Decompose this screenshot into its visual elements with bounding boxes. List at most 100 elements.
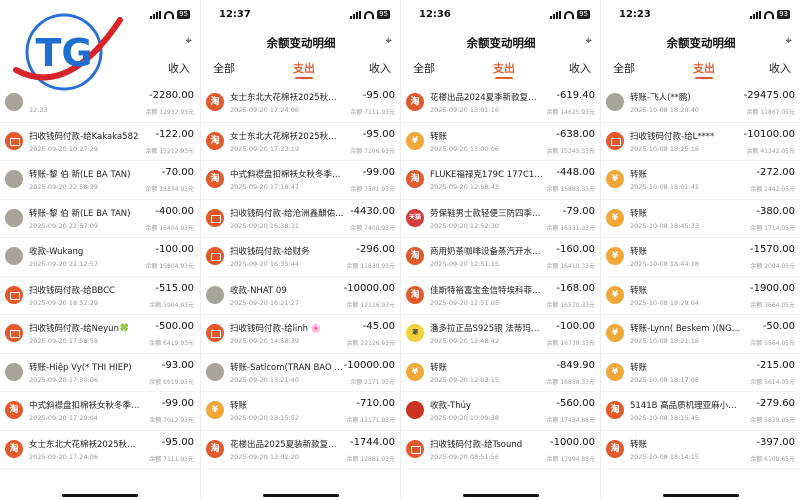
transaction-row[interactable]: 天猫劳保鞋男士款轻便三防四季女老… 2025-09-20 12:52:30 -79.… [401, 200, 600, 238]
transaction-name: 转账-飞人(**鹏) [630, 93, 691, 103]
transaction-row[interactable]: 淘花楼出品2024夏季新款复古小… 2025-09-20 13:01:16 -619… [401, 84, 600, 123]
transaction-row[interactable]: 淘中式斜襟盘扣棉袄女秋冬季新款… 2025-09-20 17:19:47 -99.0… [201, 161, 400, 200]
transaction-time: 2025-09-20 17:23:19 [230, 144, 300, 153]
transaction-row[interactable]: ¥ 转账 2025-10-08 18:29:04 -1900.00 余额 3664.05… [601, 277, 800, 315]
transaction-time: 2025-09-20 12:51:15 [430, 260, 500, 268]
filter-icon[interactable]: ⌖ [785, 33, 792, 48]
tab-all[interactable]: 全部 [213, 60, 235, 76]
taobao-icon: 淘 [406, 93, 424, 111]
transaction-row[interactable]: 扫收钱码付款-给BBCC 2025-09-20 18:52:29 -515.00 余额… [0, 277, 200, 315]
tab-income[interactable]: 收入 [569, 60, 591, 76]
transaction-row[interactable]: 淘女士东北大花棉袄2025秋冬新款… 2025-09-20 17:24:06 -95… [0, 431, 200, 469]
transaction-row[interactable]: ¥ 转账 2025-10-08 18:44:18 -1570.00 余额 2094.05… [601, 238, 800, 277]
tab-expense[interactable]: 支出 [493, 60, 515, 76]
transaction-row[interactable]: 扫收钱码付款-给L**** 2025-10-08 18:25:18 -10100.0… [601, 123, 800, 161]
transaction-row[interactable]: 扫收钱码付款-给Tsound 2025-09-20 08:51:56 -1000.0… [401, 431, 600, 469]
active-tab-underline [295, 77, 313, 79]
transaction-balance: 余额 5829.05元 [750, 417, 795, 424]
home-indicator [62, 494, 138, 497]
transaction-time: 2025-10-08 18:28:40 [630, 106, 700, 114]
transaction-row[interactable]: 扫收钱码付款-给Neyun🍀 2025-09-20 17:58:58 -500.00… [0, 315, 200, 354]
scan-pay-icon [406, 439, 424, 458]
taobao-icon: 淘 [206, 439, 224, 458]
transaction-name: 转账 [630, 208, 648, 219]
transaction-row[interactable]: 淘花楼出品2025夏装新款复古… 2025-09-20 13:02:20 -1744… [201, 431, 400, 469]
transaction-row[interactable]: 转账-飞人(**鹏) 2025-10-08 18:28:40 -29475.00 余额… [601, 84, 800, 123]
status-icons: 95 [150, 10, 190, 19]
transaction-name: 转账 [630, 170, 648, 180]
transaction-row[interactable]: ¥ 转账 2025-09-20 13:15:52 -710.00 余额 12171.93… [201, 392, 400, 431]
store-icon: 天猫 [406, 208, 424, 227]
transaction-row[interactable]: 收款-NHAT 09 2025-09-20 16:21:27 -10000.00 余额… [201, 277, 400, 315]
tab-expense[interactable]: 支出 [293, 60, 315, 76]
tab-all[interactable]: 全部 [613, 60, 635, 76]
active-tab-underline [695, 77, 713, 79]
active-tab-underline [495, 77, 513, 79]
tab-income[interactable]: 收入 [769, 60, 791, 76]
transaction-row[interactable]: 转账-黎 伯 新(LE BA TAN) 2025-09-20 22:58:39 -7… [0, 161, 200, 200]
transaction-name: 扫收钱码付款-给Neyun🍀 [29, 324, 130, 334]
transaction-balance: 余额 16410.33元 [546, 263, 595, 270]
transaction-row[interactable]: 淘女士东北大花棉袄2025秋冬新款… 2025-09-20 17:24:06 -95… [201, 84, 400, 123]
transaction-amount: -4430.00 [350, 205, 395, 217]
transaction-row[interactable]: 扫收钱码付款-给linh 🌸 2025-09-20 14:58:39 -45.00 余… [201, 315, 400, 354]
transaction-row[interactable]: 淘 5141B 高品质机理亚麻小飞袖… 2025-10-08 18:15:45 -27… [601, 392, 800, 431]
transaction-row[interactable]: 淘转账 2025-10-08 18:14:15 -397.00 余额 6108.65元 [601, 431, 800, 469]
transaction-time: 2025-10-08 18:44:18 [630, 260, 700, 268]
transaction-row[interactable]: ¥ 转账 2025-10-08 18:01:41 -272.00 余额 1442.05元 [601, 161, 800, 200]
transaction-time: 2025-09-20 16:35:44 [230, 260, 300, 268]
transaction-row[interactable]: 转账-Hiệp Vy(* THI HIEP) 2025-09-20 17:30:0… [0, 354, 200, 392]
screenshot-collage: 95 ⌖ 收入 12:23 -2280.00 余额 12932.93元 扫收钱码付款-给Ka… [0, 0, 800, 500]
transaction-time: 2025-09-20 12:51:05 [430, 298, 500, 307]
status-time: 12:23 [619, 9, 651, 20]
transaction-amount: -99.00 [362, 167, 395, 178]
home-indicator [663, 494, 739, 497]
transaction-time: 2025-09-20 13:15:52 [230, 414, 300, 422]
transaction-balance: 余额 16570.33元 [546, 301, 595, 309]
transaction-balance: 余额 11830.93元 [346, 263, 395, 270]
transaction-row[interactable]: 收款-Wukang 2025-09-20 22:12:57 -100.00 余额 15… [0, 238, 200, 277]
transaction-name: 花楼出品2025夏装新款复古… [230, 439, 344, 450]
filter-icon[interactable]: ⌖ [585, 33, 592, 48]
transaction-amount: -95.00 [362, 128, 395, 140]
transaction-row[interactable]: 淘中式斜襟盘扣棉袄女秋冬季新款… 2025-09-20 17:29:04 -99.0… [0, 392, 200, 431]
transaction-amount: -10100.00 [743, 128, 795, 140]
transaction-time: 2025-09-20 13:00:06 [430, 144, 500, 153]
transaction-row[interactable]: 扫收钱码付款-给财务 2025-09-20 16:35:44 -296.00 余额 1… [201, 238, 400, 277]
transaction-list: 淘女士东北大花棉袄2025秋冬新款…2025-09-20 17:24:06-95… [201, 84, 400, 469]
transaction-row[interactable]: 收款-Thủy 2025-09-20 10:09:38 -560.00 余额 1743… [401, 392, 600, 431]
transaction-row[interactable]: ¥ 转账 2025-10-08 18:45:33 -380.00 余额 1714.05元 [601, 200, 800, 238]
tab-income[interactable]: 收入 [168, 60, 190, 76]
transaction-row[interactable]: ¥ 转账 2025-09-20 13:00:06 -638.00 余额 15245.33… [401, 123, 600, 161]
tg-logo: TG [13, 13, 123, 91]
wifi-icon [364, 10, 375, 19]
transaction-row[interactable]: 淘 FLUKE福禄克179C 177C175C… 2025-09-20 12:58:… [401, 161, 600, 200]
page-title: 余额变动明细 [266, 36, 336, 50]
person-avatar [5, 170, 23, 188]
transaction-row[interactable]: ¥ 转账 2025-09-20 12:03:15 -849.90 余额 16838.33… [401, 354, 600, 392]
filter-icon[interactable]: ⌖ [185, 33, 192, 48]
tab-all[interactable]: 全部 [413, 60, 435, 76]
transaction-name: 转账-黎 伯 新(LE BA TAN) [29, 170, 131, 180]
tab-expense[interactable]: 支出 [693, 60, 715, 76]
transaction-row[interactable]: 潮潘多拉正品S925银 法蒂玛之手… 2025-09-20 12:48:42 -10… [401, 315, 600, 354]
phone-screen-3: 12:36 95 余额变动明细 ⌖ 全部 支出 收入淘花楼出品2024夏季新款复古小… 202… [400, 0, 600, 500]
transaction-time: 2025-10-08 18:29:04 [630, 298, 700, 307]
transaction-row[interactable]: ¥ 转账-Lynn( Beskem )(NGUYEN… 2025-10-08 18:… [601, 315, 800, 354]
transaction-row[interactable]: 扫收钱码付款-给Kakaka582 2025-09-20 10:27:29 -122… [0, 123, 200, 161]
filter-icon[interactable]: ⌖ [385, 33, 392, 48]
transaction-row[interactable]: ¥ 转账 2025-10-08 18:17:08 -215.00 余额 5614.05元 [601, 354, 800, 392]
transaction-time: 2025-09-20 10:27:29 [29, 144, 99, 153]
transaction-row[interactable]: 转账-黎 伯 新(LE BA TAN) 2025-09-20 22:57:09 -4… [0, 200, 200, 238]
transaction-row[interactable]: 扫收钱码付款-给沧洲鑫麒佑… 2025-09-20 16:38:31 -4430.0… [201, 200, 400, 238]
transaction-row[interactable]: 淘佳斯特裕富宝金信特埃科菲玛… 2025-09-20 12:51:05 -168.0… [401, 277, 600, 315]
transaction-time: 2025-09-20 17:24:06 [230, 106, 300, 114]
transaction-name: 收款-Wukang [29, 247, 84, 257]
transaction-list: 12:23 -2280.00 余额 12932.93元 扫收钱码付款-给Kakaka5… [0, 84, 200, 469]
transaction-time: 2025-09-20 08:51:56 [430, 452, 500, 461]
transaction-row[interactable]: 转账-Satlcom(TRAN BAO … 2025-09-20 13:21:40… [201, 354, 400, 392]
transaction-row[interactable]: 淘女士东北大花棉袄2025秋冬新款… 2025-09-20 17:23:19 -95… [201, 123, 400, 161]
page-title: 余额变动明细 [666, 36, 736, 50]
transaction-row[interactable]: 淘商用奶茶咖啡设备蒸汽开水奶… 2025-09-20 12:51:15 -160.0… [401, 238, 600, 277]
tab-income[interactable]: 收入 [369, 60, 391, 76]
